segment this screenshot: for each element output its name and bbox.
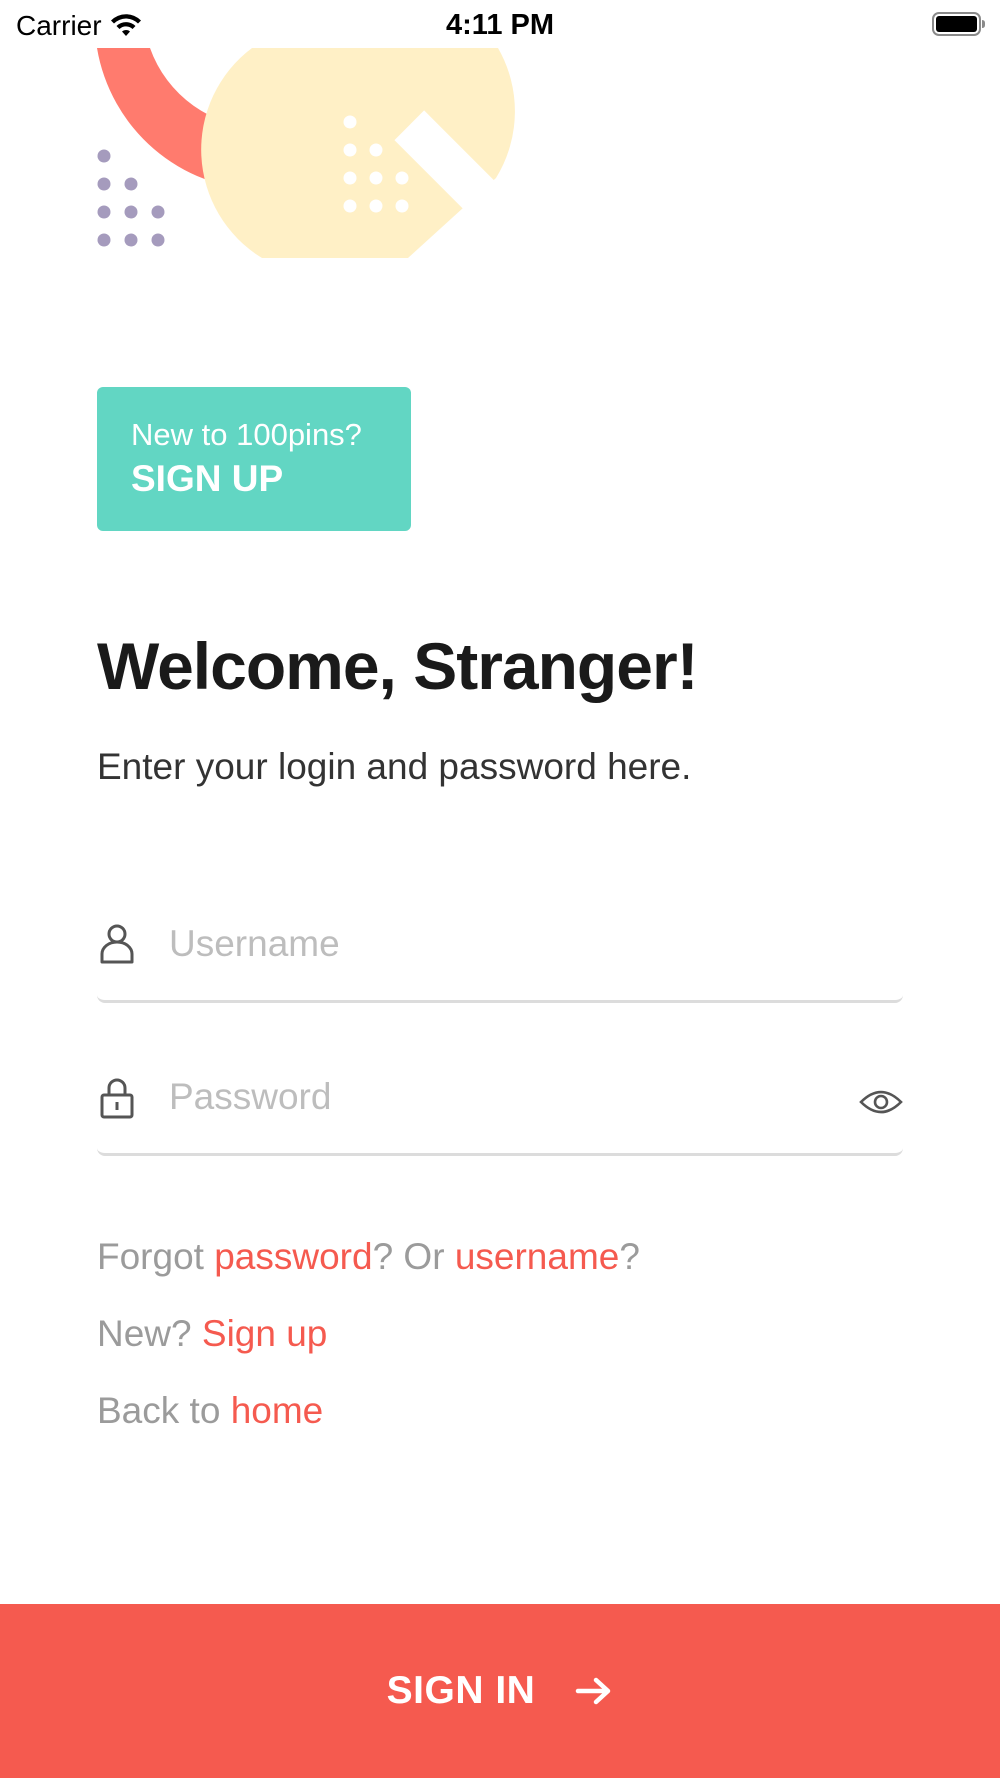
new-prefix: New?: [97, 1313, 202, 1354]
battery-icon: [932, 12, 985, 36]
password-field: [97, 1073, 903, 1156]
status-bar: Carrier 4:11 PM: [0, 0, 1000, 50]
home-link[interactable]: home: [231, 1390, 324, 1431]
signup-link[interactable]: Sign up: [202, 1313, 328, 1354]
page-title: Welcome, Stranger!: [97, 629, 699, 703]
promo-signup-label: SIGN UP: [131, 458, 284, 499]
back-home-line: Back to home: [97, 1390, 323, 1432]
username-input[interactable]: [169, 920, 809, 968]
forgot-suffix: ?: [619, 1236, 640, 1277]
new-user-line: New? Sign up: [97, 1313, 327, 1355]
signup-promo-button[interactable]: New to 100pins? SIGN UP: [97, 387, 411, 531]
sign-in-button[interactable]: SIGN IN: [0, 1604, 1000, 1778]
forgot-prefix: Forgot: [97, 1236, 215, 1277]
login-screen: Carrier 4:11 PM New to 100pins? SIGN UP …: [0, 0, 1000, 1778]
arrow-right-icon: [576, 1677, 611, 1705]
forgot-mid: ? Or: [372, 1236, 455, 1277]
sign-in-label: SIGN IN: [386, 1669, 536, 1712]
back-prefix: Back to: [97, 1390, 231, 1431]
user-icon: [100, 924, 134, 964]
forgot-credentials-line: Forgot password? Or username?: [97, 1236, 640, 1278]
lock-icon: [100, 1078, 134, 1119]
password-input[interactable]: [169, 1073, 809, 1121]
page-subtitle: Enter your login and password here.: [97, 746, 692, 787]
username-field: [97, 920, 903, 1003]
header-illustration: [97, 48, 515, 258]
eye-icon[interactable]: [859, 1087, 903, 1117]
status-time: 4:11 PM: [446, 9, 554, 41]
forgot-username-link[interactable]: username: [455, 1236, 620, 1277]
forgot-password-link[interactable]: password: [214, 1236, 372, 1277]
promo-caption: New to 100pins?: [131, 417, 362, 452]
